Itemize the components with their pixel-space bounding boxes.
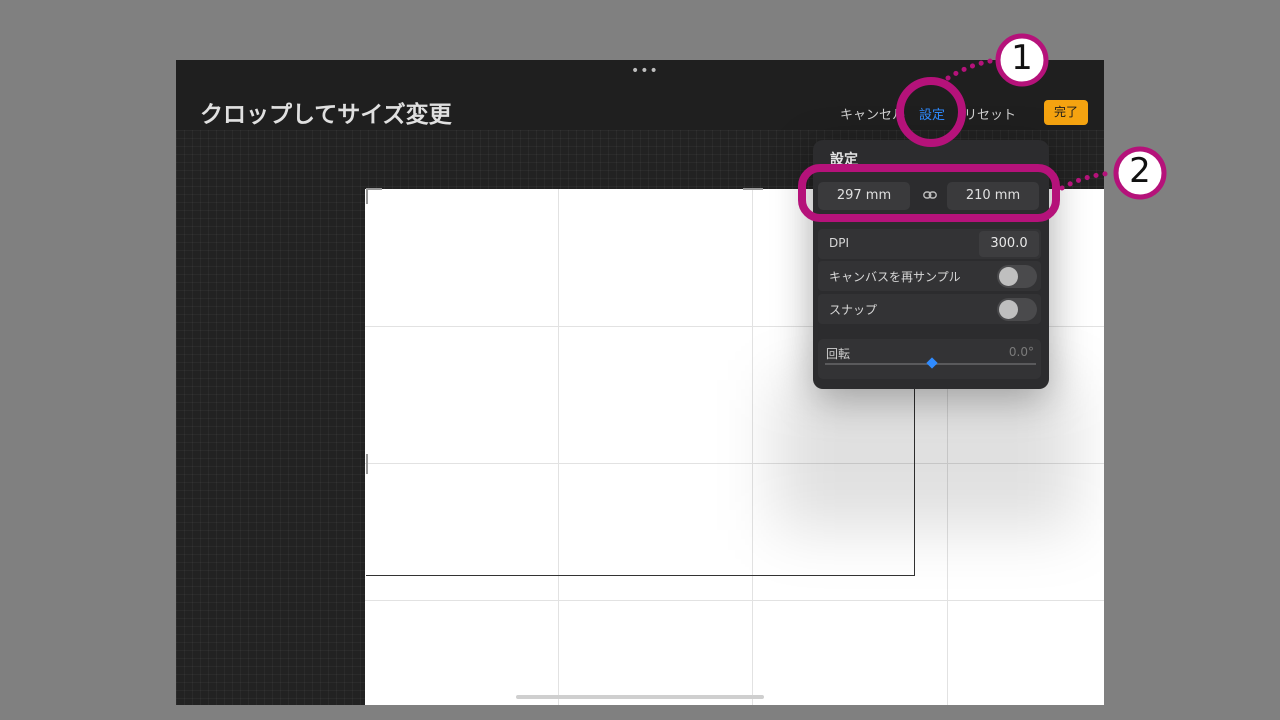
dpi-row: DPI 300.0	[818, 229, 1041, 259]
reset-button[interactable]: リセット	[964, 104, 1016, 123]
panel-shadow	[776, 380, 1076, 530]
page-title: クロップしてサイズ変更	[200, 102, 452, 128]
crop-corner-handle[interactable]	[366, 188, 368, 204]
resample-row: キャンバスを再サンプル	[818, 261, 1041, 291]
procreate-app-window: ••• クロップしてサイズ変更 キャンセル リセット 設定 完了 設定 297 …	[176, 60, 1104, 705]
dpi-field[interactable]: 300.0	[979, 231, 1039, 257]
height-field[interactable]: 210 mm	[947, 182, 1039, 210]
cancel-button[interactable]: キャンセル	[840, 104, 905, 123]
done-button[interactable]: 完了	[1044, 100, 1088, 125]
crop-edge-handle[interactable]	[366, 454, 368, 474]
snap-label: スナップ	[829, 303, 878, 317]
panel-title: 設定	[830, 152, 858, 168]
toggle-knob	[999, 267, 1018, 286]
settings-button[interactable]: 設定	[919, 104, 945, 123]
crop-edge-handle[interactable]	[743, 188, 763, 190]
rotation-label: 回転	[826, 347, 851, 361]
snap-row: スナップ	[818, 294, 1041, 324]
rotation-slider-thumb[interactable]	[926, 357, 938, 369]
rotation-value: 0.0°	[1008, 345, 1034, 359]
annotation-number-1: 1	[1011, 38, 1033, 78]
home-indicator	[516, 695, 764, 699]
annotation-number-2: 2	[1129, 151, 1151, 191]
rotation-control: 回転 0.0°	[818, 339, 1041, 379]
top-bar: ••• クロップしてサイズ変更 キャンセル リセット 設定 完了	[176, 60, 1104, 130]
resample-toggle[interactable]	[997, 265, 1037, 288]
toggle-knob	[999, 300, 1018, 319]
width-field[interactable]: 297 mm	[818, 182, 910, 210]
link-icon[interactable]	[923, 190, 937, 200]
resample-label: キャンバスを再サンプル	[829, 270, 961, 284]
crop-corner-handle[interactable]	[366, 188, 382, 190]
dpi-label: DPI	[829, 236, 850, 250]
snap-toggle[interactable]	[997, 298, 1037, 321]
grid-line	[365, 600, 1104, 601]
multitask-handle[interactable]: •••	[631, 63, 659, 79]
settings-panel: 設定 297 mm 210 mm DPI 300.0 キャンバスを再サンプル ス…	[813, 140, 1049, 389]
